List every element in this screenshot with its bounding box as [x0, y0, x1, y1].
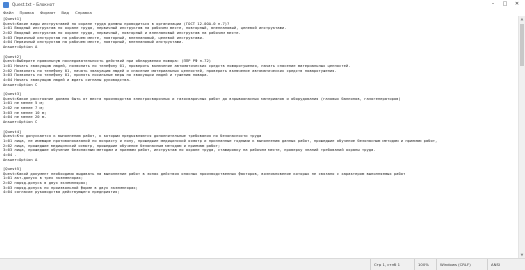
scroll-up-icon[interactable]: ▲ — [519, 16, 525, 22]
menu-help[interactable]: Справка — [75, 9, 92, 16]
text-editor-area[interactable]: [Quest1] Quest=Какие виды инструктажей по… — [3, 17, 513, 257]
menu-bar: Файл Правка Формат Вид Справка — [0, 9, 525, 16]
minimize-button[interactable]: – — [487, 0, 499, 9]
menu-edit[interactable]: Правка — [20, 9, 34, 16]
status-encoding: ANSI — [487, 259, 500, 270]
close-button[interactable]: ✕ — [511, 0, 523, 9]
status-line-endings: Windows (CRLF) — [436, 259, 471, 270]
menu-format[interactable]: Формат — [40, 9, 55, 16]
window-title: Quest.txt – Блокнот — [12, 2, 55, 7]
text-line: 4=04 согласие руководства действующего п… — [3, 190, 120, 195]
menu-file[interactable]: Файл — [3, 9, 14, 16]
menu-view[interactable]: Вид — [61, 9, 69, 16]
status-zoom: 100% — [414, 259, 429, 270]
title-bar: Quest.txt – Блокнот – □ ✕ — [0, 0, 525, 9]
maximize-button[interactable]: □ — [499, 0, 511, 9]
window-controls: – □ ✕ — [487, 0, 523, 9]
vertical-scrollbar[interactable]: ▲ ▼ — [518, 16, 525, 258]
status-bar: Стр 1, стлб 1 100% Windows (CRLF) ANSI — [0, 258, 525, 270]
scrollbar-thumb[interactable] — [520, 24, 524, 66]
status-cursor-position: Стр 1, стлб 1 — [370, 259, 400, 270]
notepad-icon — [3, 1, 9, 8]
